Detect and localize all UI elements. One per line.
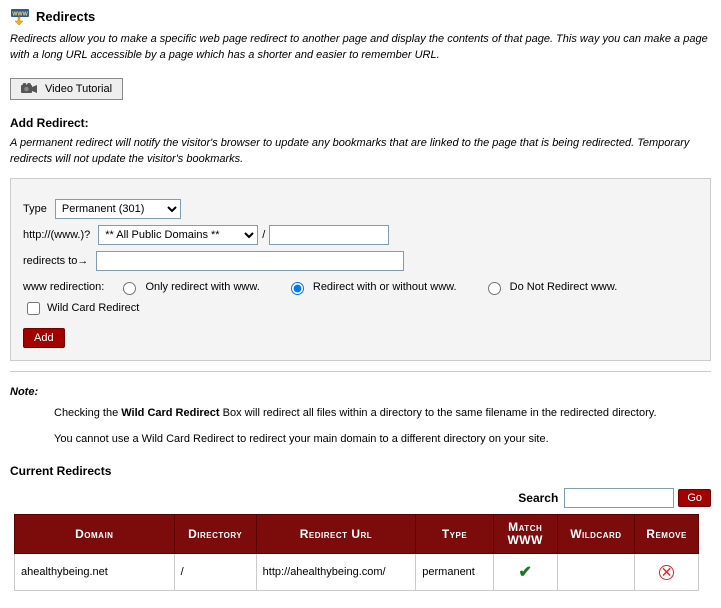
www-only-radio[interactable]	[123, 282, 136, 295]
domain-select[interactable]: ** All Public Domains **	[98, 225, 258, 245]
note-body-2: You cannot use a Wild Card Redirect to r…	[54, 432, 711, 448]
current-redirects-heading: Current Redirects	[10, 464, 711, 478]
search-go-button[interactable]: Go	[678, 489, 711, 507]
video-tutorial-button[interactable]: Video Tutorial	[10, 78, 123, 100]
type-select[interactable]: Permanent (301)	[55, 199, 181, 219]
cell-directory: /	[174, 554, 256, 591]
redirects-to-input[interactable]	[96, 251, 404, 271]
cell-redirect-url: http://ahealthybeing.com/	[256, 554, 416, 591]
col-match-www: Match WWW	[493, 514, 557, 553]
redirects-to-label: redirects to→	[23, 255, 88, 267]
page-title: Redirects	[36, 9, 95, 24]
add-redirect-panel: Type Permanent (301) http://(www.)? ** A…	[10, 178, 711, 361]
camera-icon	[21, 82, 37, 96]
add-redirect-explain: A permanent redirect will notify the vis…	[10, 136, 711, 168]
col-remove: Remove	[635, 514, 699, 553]
search-label: Search	[518, 491, 558, 505]
www-both-label: Redirect with or without www.	[313, 281, 457, 293]
www-none-label: Do Not Redirect www.	[510, 281, 618, 293]
cell-domain: ahealthybeing.net	[15, 554, 175, 591]
col-type: Type	[416, 514, 494, 553]
cell-wildcard	[557, 554, 635, 591]
note-body-1: Checking the Wild Card Redirect Box will…	[54, 406, 711, 422]
separator	[10, 371, 711, 372]
wildcard-label: Wild Card Redirect	[47, 302, 139, 314]
path-input[interactable]	[269, 225, 389, 245]
wildcard-checkbox[interactable]	[27, 302, 40, 315]
slash-label: /	[262, 229, 265, 241]
www-none-radio[interactable]	[488, 282, 501, 295]
cell-match-www: ✔	[493, 554, 557, 591]
col-directory: Directory	[174, 514, 256, 553]
type-label: Type	[23, 203, 47, 215]
www-both-radio[interactable]	[291, 282, 304, 295]
remove-icon[interactable]: ✕	[659, 565, 674, 580]
redirects-icon: WWW	[10, 6, 30, 26]
col-redirect-url: Redirect Url	[256, 514, 416, 553]
table-row: ahealthybeing.net / http://ahealthybeing…	[15, 554, 699, 591]
cell-remove: ✕	[635, 554, 699, 591]
cell-type: permanent	[416, 554, 494, 591]
intro-text: Redirects allow you to make a specific w…	[10, 32, 711, 64]
search-input[interactable]	[564, 488, 674, 508]
col-domain: Domain	[15, 514, 175, 553]
www-redirection-label: www redirection:	[23, 281, 104, 293]
note-heading: Note:	[10, 386, 711, 398]
http-label: http://(www.)?	[23, 229, 90, 241]
video-tutorial-label: Video Tutorial	[45, 83, 112, 95]
add-button[interactable]: Add	[23, 328, 65, 348]
www-only-label: Only redirect with www.	[145, 281, 259, 293]
col-wildcard: Wildcard	[557, 514, 635, 553]
checkmark-icon: ✔	[518, 564, 531, 581]
add-redirect-heading: Add Redirect:	[10, 116, 711, 130]
svg-text:WWW: WWW	[12, 12, 28, 18]
redirects-table: Domain Directory Redirect Url Type Match…	[14, 514, 699, 591]
